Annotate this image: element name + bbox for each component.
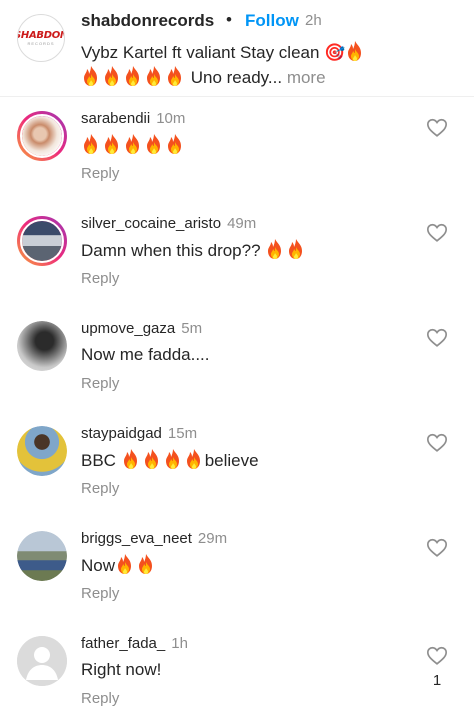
fire-emoji-icon bbox=[184, 448, 204, 470]
fire-emoji-icon bbox=[136, 553, 156, 575]
comment-text-content: Now me fadda.... bbox=[81, 345, 210, 364]
fire-emoji-icon bbox=[265, 238, 285, 260]
comment-text-content: Right now! bbox=[81, 660, 162, 679]
reply-button[interactable]: Reply bbox=[81, 585, 119, 602]
avatar[interactable] bbox=[17, 636, 67, 686]
comment-time: 29m bbox=[197, 530, 228, 547]
comment-text-content: Now bbox=[81, 556, 116, 575]
comment-username[interactable]: staypaidgad bbox=[81, 425, 162, 442]
comment-item: briggs_eva_neet 29m Now Reply bbox=[0, 517, 474, 622]
comment-username-line: briggs_eva_neet 29m bbox=[81, 530, 227, 547]
comment-username-line: sarabendii 10m bbox=[81, 110, 185, 127]
comment-username-line: silver_cocaine_aristo 49m bbox=[81, 215, 256, 232]
avatar[interactable] bbox=[17, 531, 67, 581]
fire-emoji-icon bbox=[123, 65, 143, 87]
heart-outline-icon[interactable] bbox=[426, 432, 448, 454]
separator-dot: • bbox=[226, 10, 232, 29]
reply-button[interactable]: Reply bbox=[81, 270, 119, 287]
heart-outline-icon[interactable] bbox=[426, 645, 448, 667]
comment-item: sarabendii 10m Reply bbox=[0, 97, 474, 202]
comment-text bbox=[81, 133, 186, 158]
comment-username-line: father_fada_ 1h bbox=[81, 635, 188, 652]
avatar[interactable] bbox=[17, 216, 67, 266]
reply-button[interactable]: Reply bbox=[81, 690, 119, 707]
post-time: 2h bbox=[305, 12, 322, 29]
fire-emoji-icon bbox=[144, 65, 164, 87]
comment-text: Damn when this drop?? bbox=[81, 238, 307, 263]
post-avatar[interactable]: SHABDON RECORDS bbox=[17, 14, 65, 62]
heart-outline-icon[interactable] bbox=[426, 537, 448, 559]
more-link[interactable]: more bbox=[287, 68, 326, 87]
direct-hit-emoji-icon: 🎯 bbox=[324, 43, 346, 63]
caption-continued: Uno ready... bbox=[190, 68, 283, 87]
fire-emoji-icon bbox=[165, 133, 185, 155]
comment-time: 49m bbox=[227, 215, 257, 232]
comment-text: Right now! bbox=[81, 658, 161, 682]
avatar[interactable] bbox=[17, 321, 67, 371]
fire-emoji-icon bbox=[115, 553, 135, 575]
comment-text: Now me fadda.... bbox=[81, 343, 210, 367]
fire-emoji-icon bbox=[102, 133, 122, 155]
comment-text-content: Damn when this drop?? bbox=[81, 241, 266, 260]
logo-subtext: RECORDS bbox=[27, 41, 55, 46]
comment-time: 15m bbox=[167, 425, 198, 442]
comment-text: BBC believe bbox=[81, 448, 259, 473]
comment-time: 10m bbox=[156, 110, 186, 127]
fire-emoji-icon bbox=[142, 448, 162, 470]
comment-item: upmove_gaza 5m Now me fadda.... Reply bbox=[0, 307, 474, 412]
comment-username[interactable]: sarabendii bbox=[81, 110, 150, 127]
comment-username-line: upmove_gaza 5m bbox=[81, 320, 202, 337]
caption-text: Vybz Kartel ft valiant Stay clean bbox=[81, 43, 320, 62]
post-username[interactable]: shabdonrecords bbox=[81, 11, 214, 31]
fire-emoji-icon bbox=[144, 133, 164, 155]
comment-username-line: staypaidgad 15m bbox=[81, 425, 197, 442]
post-caption: Vybz Kartel ft valiant Stay clean 🎯 Uno … bbox=[81, 40, 411, 90]
fire-emoji-icon bbox=[165, 65, 185, 87]
like-count: 1 bbox=[432, 672, 442, 689]
fire-emoji-icon bbox=[121, 448, 141, 470]
post-header: SHABDON RECORDS shabdonrecords • Follow … bbox=[0, 0, 474, 96]
avatar-photo bbox=[17, 531, 67, 581]
fire-emoji-icon bbox=[102, 65, 122, 87]
avatar-photo bbox=[20, 114, 64, 158]
avatar-photo bbox=[20, 219, 64, 263]
heart-outline-icon[interactable] bbox=[426, 222, 448, 244]
follow-button[interactable]: Follow bbox=[245, 11, 299, 31]
fire-emoji-icon bbox=[286, 238, 306, 260]
comment-text-before: BBC bbox=[81, 451, 121, 470]
comment-username[interactable]: father_fada_ bbox=[81, 635, 165, 652]
heart-outline-icon[interactable] bbox=[426, 327, 448, 349]
reply-button[interactable]: Reply bbox=[81, 165, 119, 182]
logo-text: SHABDON bbox=[18, 30, 65, 41]
comment-item: silver_cocaine_aristo 49m Damn when this … bbox=[0, 202, 474, 307]
comment-username[interactable]: silver_cocaine_aristo bbox=[81, 215, 221, 232]
avatar-photo bbox=[17, 426, 67, 476]
avatar[interactable] bbox=[17, 111, 67, 161]
comment-text-after: believe bbox=[204, 451, 259, 470]
heart-outline-icon[interactable] bbox=[426, 117, 448, 139]
avatar-photo bbox=[17, 321, 67, 371]
comment-item: father_fada_ 1h Right now! Reply 1 bbox=[0, 622, 474, 719]
comment-time: 1h bbox=[171, 635, 188, 652]
default-avatar-icon bbox=[17, 636, 67, 686]
fire-emoji-icon bbox=[81, 65, 101, 87]
comment-text: Now bbox=[81, 553, 157, 578]
fire-emoji-icon bbox=[81, 133, 101, 155]
comment-username[interactable]: upmove_gaza bbox=[81, 320, 175, 337]
comment-username[interactable]: briggs_eva_neet bbox=[81, 530, 192, 547]
fire-emoji-icon bbox=[123, 133, 143, 155]
avatar[interactable] bbox=[17, 426, 67, 476]
comment-time: 5m bbox=[181, 320, 203, 337]
fire-emoji-icon bbox=[345, 40, 365, 62]
fire-emoji-icon bbox=[163, 448, 183, 470]
comment-item: staypaidgad 15m BBC believe Reply bbox=[0, 412, 474, 517]
reply-button[interactable]: Reply bbox=[81, 375, 119, 392]
shabdon-logo: SHABDON RECORDS bbox=[18, 30, 65, 46]
reply-button[interactable]: Reply bbox=[81, 480, 119, 497]
